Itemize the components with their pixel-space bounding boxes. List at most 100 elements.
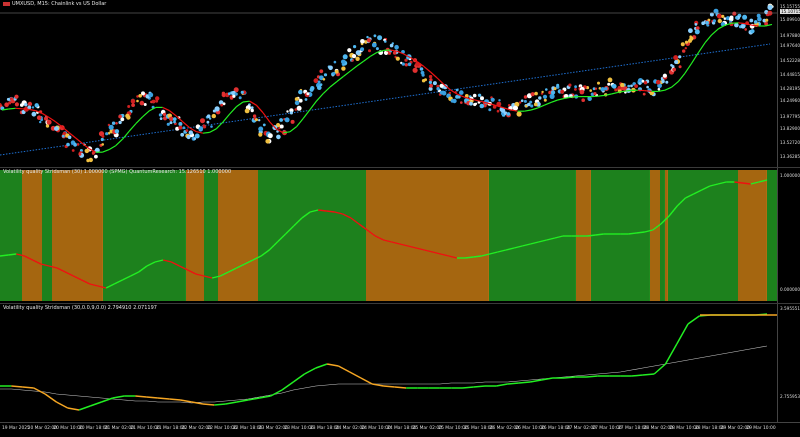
time-axis-label: 29 Mar 10:00 [746, 426, 775, 431]
moving-average-segment [665, 87, 672, 90]
price-dot [136, 100, 139, 103]
moving-average-segment [712, 29, 719, 35]
price-dot [678, 55, 681, 58]
indicator2-line-segment [259, 396, 270, 398]
moving-average-segment [76, 138, 83, 143]
price-dot [335, 70, 339, 74]
indicator2-line-segment [474, 386, 485, 387]
price-dot [74, 143, 76, 145]
price-dot [413, 68, 418, 73]
price-dot [178, 126, 182, 130]
indicator1-line-segment [473, 256, 481, 257]
price-dot [673, 55, 678, 60]
price-dot [469, 102, 473, 106]
indicator2-scale[interactable]: 3.595551 2.755953 [777, 304, 800, 422]
price-dot [545, 88, 548, 91]
price-dot [306, 92, 309, 95]
price-dot [347, 48, 351, 52]
moving-average-segment [116, 139, 123, 145]
price-dot [77, 143, 80, 146]
indicator1-canvas[interactable] [0, 168, 777, 303]
indicator1-top-label: 1.000000 [780, 173, 800, 178]
price-dot [109, 125, 114, 130]
moving-average-segment [297, 118, 304, 126]
price-chart-canvas[interactable] [0, 0, 777, 167]
indicator2-line-segment [632, 375, 643, 376]
price-dot [672, 68, 676, 72]
price-dot [388, 52, 391, 55]
indicator2-canvas[interactable] [0, 304, 777, 422]
price-dot [15, 102, 19, 106]
price-dot [377, 35, 382, 40]
price-dot [521, 99, 524, 102]
time-axis[interactable]: 19 Mar 202520 Mar 02:0020 Mar 10:0020 Ma… [0, 422, 800, 437]
moving-average-segment [196, 132, 203, 134]
price-dot [297, 106, 302, 111]
indicator2-line-segment [90, 402, 101, 406]
price-dot [343, 54, 348, 59]
price-dot [515, 106, 518, 109]
price-dot [212, 114, 216, 118]
price-dot [324, 73, 327, 76]
price-dot [295, 101, 300, 106]
price-dot [452, 99, 456, 103]
moving-average-segment [531, 108, 538, 110]
price-chart-pane[interactable]: UMXUSD, M15: Chainlink vs US Dollar 15.1… [0, 0, 800, 167]
indicator2-line-segment [688, 316, 699, 324]
price-dot [352, 54, 356, 58]
indicator2-line-segment [564, 377, 575, 378]
moving-average-segment [216, 122, 223, 129]
moving-average-segment [263, 113, 270, 122]
price-dot [682, 49, 685, 52]
indicator1-pane[interactable]: Volatility quality Stridsman (30) 1.0000… [0, 168, 800, 303]
price-scale[interactable]: 15.1575515.1071515.0991014.9788014.97640… [777, 0, 800, 167]
price-dot [695, 29, 700, 34]
price-dot [265, 139, 270, 144]
moving-average-segment [437, 78, 444, 84]
price-dot [318, 81, 321, 84]
chart-title-text: UMXUSD, M15: Chainlink vs US Dollar [12, 1, 106, 7]
price-dot [46, 124, 49, 127]
chart-title: UMXUSD, M15: Chainlink vs US Dollar [3, 1, 106, 7]
price-dot [368, 49, 371, 52]
price-dot [39, 121, 41, 123]
price-dot [72, 149, 75, 152]
price-dot [674, 60, 678, 64]
price-dot [310, 88, 314, 92]
price-dot [679, 65, 682, 68]
price-dot [285, 117, 290, 122]
indicator2-line-segment [158, 398, 169, 399]
price-dot [534, 92, 538, 96]
price-dot [630, 85, 633, 88]
indicator2-line-segment [395, 387, 406, 388]
price-scale-label: 15.09910 [780, 17, 800, 22]
price-dot [68, 136, 72, 140]
price-scale-label: 13.36285 [780, 154, 800, 159]
price-dot [724, 17, 727, 20]
price-dot [460, 101, 463, 104]
price-dot [62, 135, 65, 138]
price-dot [524, 95, 527, 98]
indicator2-line-segment [293, 374, 304, 382]
price-dot [459, 90, 464, 95]
moving-average-segment [22, 109, 29, 110]
price-dot [112, 122, 115, 125]
indicator2-line-segment [79, 406, 90, 410]
indicator1-scale[interactable]: 1.000000 0.000000 [777, 168, 800, 303]
price-dot [328, 66, 333, 71]
moving-average-segment [337, 76, 344, 81]
downtrend-band [665, 170, 668, 301]
price-dot [732, 12, 736, 16]
moving-average-segment [544, 102, 551, 105]
price-dot [241, 91, 244, 94]
price-dot [597, 82, 600, 85]
price-dot [593, 92, 596, 95]
indicator2-pane[interactable]: Volatility quality Stridsman (30,0.0,9,0… [0, 304, 800, 422]
moving-average-segment [310, 101, 317, 110]
price-dot [173, 117, 177, 121]
price-scale-label: 14.97880 [780, 33, 800, 38]
price-dot [658, 88, 661, 91]
price-dot [136, 95, 139, 98]
price-dot [32, 112, 37, 117]
indicator1-line-segment [465, 257, 473, 258]
